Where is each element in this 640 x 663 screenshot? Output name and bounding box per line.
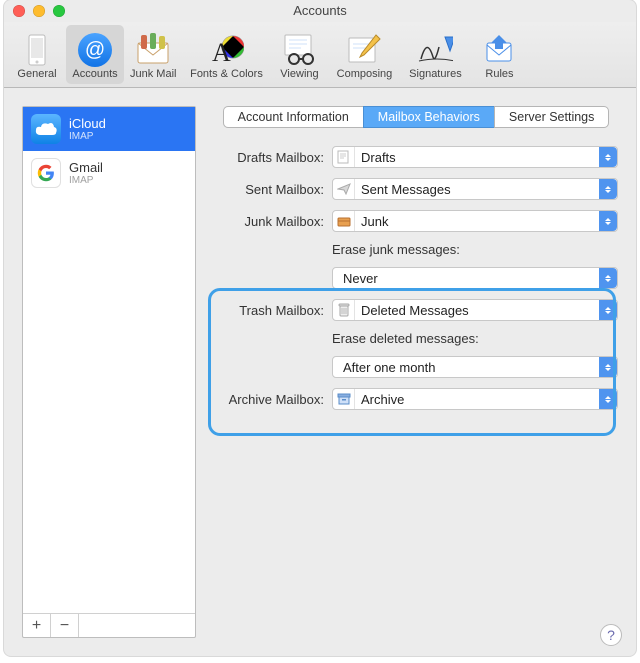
toolbar-label: General <box>17 68 56 80</box>
sent-mailbox-popup[interactable]: Sent Messages <box>332 178 618 200</box>
composing-icon <box>346 32 382 68</box>
accounts-footer: + − <box>23 613 195 637</box>
archive-mailbox-popup[interactable]: Archive <box>332 388 618 410</box>
gmail-icon <box>31 158 61 188</box>
accounts-sidebar: iCloud IMAP Gmail IMAP + − <box>22 106 196 638</box>
archive-value: Archive <box>361 392 599 407</box>
sent-label: Sent Mailbox: <box>214 182 332 197</box>
chevron-updown-icon <box>599 268 617 288</box>
content-area: iCloud IMAP Gmail IMAP + − <box>4 88 636 656</box>
toolbar-signatures[interactable]: Signatures <box>400 25 470 84</box>
toolbar-label: Junk Mail <box>130 68 176 80</box>
window-controls <box>13 5 65 17</box>
accounts-preferences-window: Accounts General @ Accounts Junk Mail <box>4 0 636 656</box>
add-account-button[interactable]: + <box>23 614 51 637</box>
junk-value: Junk <box>361 214 599 229</box>
chevron-updown-icon <box>599 147 617 167</box>
account-item-gmail[interactable]: Gmail IMAP <box>23 151 195 195</box>
trash-can-icon <box>333 300 355 320</box>
junk-mailbox-popup[interactable]: Junk <box>332 210 618 232</box>
drafts-mailbox-popup[interactable]: Drafts <box>332 146 618 168</box>
erase-deleted-popup[interactable]: After one month <box>332 356 618 378</box>
drafts-label: Drafts Mailbox: <box>214 150 332 165</box>
zoom-window-button[interactable] <box>53 5 65 17</box>
erase-deleted-value: After one month <box>343 360 599 375</box>
toolbar-composing[interactable]: Composing <box>328 25 400 84</box>
signatures-icon <box>417 32 453 68</box>
account-name: iCloud <box>69 117 106 131</box>
mailbox-behaviors-form: Drafts Mailbox: Drafts Sent Mailbox: <box>214 146 618 410</box>
trash-mailbox-popup[interactable]: Deleted Messages <box>332 299 618 321</box>
archive-box-icon <box>333 389 355 409</box>
close-window-button[interactable] <box>13 5 25 17</box>
tab-mailbox-behaviors[interactable]: Mailbox Behaviors <box>363 106 494 128</box>
account-tabs: Account Information Mailbox Behaviors Se… <box>214 106 618 128</box>
sent-plane-icon <box>333 179 355 199</box>
trash-label: Trash Mailbox: <box>214 303 332 318</box>
chevron-updown-icon <box>599 389 617 409</box>
phone-icon <box>19 32 55 68</box>
help-button[interactable]: ? <box>600 624 622 646</box>
junk-mail-icon <box>135 32 171 68</box>
toolbar-accounts[interactable]: @ Accounts <box>66 25 124 84</box>
window-title: Accounts <box>4 0 636 22</box>
chevron-updown-icon <box>599 357 617 377</box>
account-type: IMAP <box>69 131 106 142</box>
junk-label: Junk Mailbox: <box>214 214 332 229</box>
erase-junk-popup[interactable]: Never <box>332 267 618 289</box>
drafts-value: Drafts <box>361 150 599 165</box>
toolbar-label: Signatures <box>409 68 462 80</box>
chevron-updown-icon <box>599 211 617 231</box>
archive-label: Archive Mailbox: <box>214 392 332 407</box>
titlebar: Accounts <box>4 0 636 22</box>
main-panel: Account Information Mailbox Behaviors Se… <box>214 106 618 638</box>
sent-value: Sent Messages <box>361 182 599 197</box>
toolbar-fonts-colors[interactable]: A Fonts & Colors <box>182 25 270 84</box>
toolbar-rules[interactable]: Rules <box>470 25 528 84</box>
drafts-folder-icon <box>333 147 355 167</box>
icloud-icon <box>31 114 61 144</box>
erase-junk-value: Never <box>343 271 599 286</box>
rules-icon <box>481 32 517 68</box>
account-item-icloud[interactable]: iCloud IMAP <box>23 107 195 151</box>
svg-text:A: A <box>212 38 231 67</box>
toolbar-junk-mail[interactable]: Junk Mail <box>124 25 182 84</box>
at-sign-icon: @ <box>77 32 113 68</box>
remove-account-button[interactable]: − <box>51 614 79 637</box>
account-type: IMAP <box>69 175 103 186</box>
toolbar-label: Fonts & Colors <box>190 68 263 80</box>
toolbar-label: Accounts <box>72 68 117 80</box>
toolbar-general[interactable]: General <box>8 25 66 84</box>
minimize-window-button[interactable] <box>33 5 45 17</box>
accounts-list[interactable]: iCloud IMAP Gmail IMAP <box>23 107 195 613</box>
toolbar-viewing[interactable]: Viewing <box>270 25 328 84</box>
tab-server-settings[interactable]: Server Settings <box>494 106 609 128</box>
account-name: Gmail <box>69 161 103 175</box>
tab-account-information[interactable]: Account Information <box>223 106 363 128</box>
fonts-colors-icon: A <box>208 32 244 68</box>
toolbar-label: Viewing <box>280 68 318 80</box>
viewing-icon <box>281 32 317 68</box>
trash-value: Deleted Messages <box>361 303 599 318</box>
erase-junk-label: Erase junk messages: <box>332 242 460 257</box>
chevron-updown-icon <box>599 179 617 199</box>
erase-deleted-label: Erase deleted messages: <box>332 331 479 346</box>
chevron-updown-icon <box>599 300 617 320</box>
toolbar-label: Rules <box>485 68 513 80</box>
toolbar-label: Composing <box>337 68 393 80</box>
junk-box-icon <box>333 211 355 231</box>
preferences-toolbar: General @ Accounts Junk Mail A Fonts & C… <box>4 22 636 88</box>
